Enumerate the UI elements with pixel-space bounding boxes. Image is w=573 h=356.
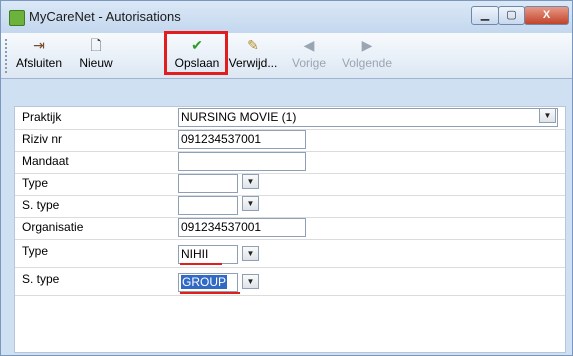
- organisatie-label: Organisatie: [22, 220, 84, 234]
- authorization-form: Praktijk NURSING MOVIE (1) ▼ Riziv nr 09…: [14, 106, 566, 353]
- window-title: MyCareNet - Autorisations: [29, 9, 181, 24]
- stype-selected-value: GROUP: [181, 275, 228, 289]
- eraser-icon: ✎: [247, 37, 259, 53]
- minimize-button[interactable]: ▁: [471, 6, 499, 25]
- volgende-label: Volgende: [341, 56, 393, 70]
- vorige-label: Vorige: [291, 56, 327, 70]
- praktijk-row: Praktijk NURSING MOVIE (1) ▼: [15, 107, 565, 130]
- chevron-down-icon[interactable]: ▼: [242, 246, 259, 261]
- chevron-down-icon[interactable]: ▼: [539, 108, 556, 123]
- afsluiten-button[interactable]: ⇥ Afsluiten: [9, 35, 69, 75]
- opslaan-highlight-box: [164, 31, 228, 75]
- organisatie-row: Organisatie 091234537001: [15, 217, 565, 240]
- close-button[interactable]: X: [524, 6, 569, 25]
- vorige-button[interactable]: ◀ Vorige: [287, 35, 331, 75]
- type-select-1[interactable]: [178, 174, 238, 193]
- chevron-down-icon[interactable]: ▼: [242, 274, 259, 289]
- nieuw-button[interactable]: 🗋 Nieuw: [75, 35, 117, 75]
- riziv-row: Riziv nr 091234537001: [15, 129, 565, 152]
- arrow-left-icon: ◀: [303, 37, 315, 53]
- praktijk-select[interactable]: NURSING MOVIE (1): [178, 108, 558, 127]
- type-underline-annotation: [180, 263, 222, 265]
- mandaat-label: Mandaat: [22, 154, 69, 168]
- maximize-button[interactable]: ▢: [498, 6, 525, 25]
- riziv-input[interactable]: 091234537001: [178, 130, 306, 149]
- type-label-1: Type: [22, 176, 49, 190]
- verwijderen-label: Verwijd...: [228, 56, 278, 70]
- stype-select-1[interactable]: [178, 196, 238, 215]
- door-exit-icon: ⇥: [33, 37, 45, 53]
- stype-row-2: S. type GROUP ▼: [15, 269, 565, 296]
- nieuw-label: Nieuw: [79, 56, 113, 70]
- type-row-2: Type NIHII ▼: [15, 241, 565, 268]
- chevron-down-icon[interactable]: ▼: [242, 174, 259, 189]
- type-label-2: Type: [22, 244, 49, 258]
- arrow-right-icon: ▶: [361, 37, 373, 53]
- stype-label-1: S. type: [22, 198, 60, 212]
- application-window: MyCareNet - Autorisations ▁ ▢ X ⇥ Afslui…: [0, 0, 573, 356]
- type-row-1: Type ▼: [15, 173, 565, 196]
- volgende-button[interactable]: ▶ Volgende: [337, 35, 397, 75]
- stype-select-2[interactable]: GROUP: [178, 273, 238, 292]
- organisatie-input[interactable]: 091234537001: [178, 218, 306, 237]
- verwijderen-button[interactable]: ✎ Verwijd...: [225, 35, 281, 75]
- stype-underline-annotation: [180, 292, 240, 294]
- stype-row-1: S. type ▼: [15, 195, 565, 218]
- new-document-icon: 🗋: [90, 37, 102, 53]
- chevron-down-icon[interactable]: ▼: [242, 196, 259, 211]
- riziv-label: Riziv nr: [22, 132, 63, 146]
- type-select-2[interactable]: NIHII: [178, 245, 238, 264]
- mandaat-row: Mandaat: [15, 151, 565, 174]
- app-icon: [9, 10, 25, 26]
- title-bar[interactable]: MyCareNet - Autorisations ▁ ▢ X: [1, 1, 572, 33]
- toolbar: ⇥ Afsluiten 🗋 Nieuw ✔ Opslaan ✎ Verwijd.…: [1, 33, 572, 79]
- afsluiten-label: Afsluiten: [15, 56, 63, 70]
- mandaat-input[interactable]: [178, 152, 306, 171]
- praktijk-label: Praktijk: [22, 110, 62, 124]
- stype-label-2: S. type: [22, 272, 60, 286]
